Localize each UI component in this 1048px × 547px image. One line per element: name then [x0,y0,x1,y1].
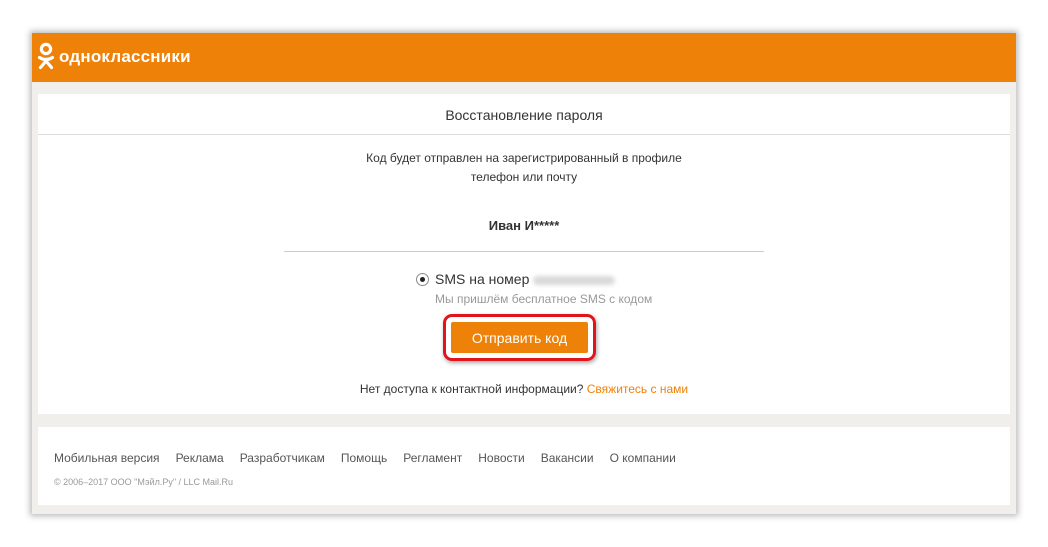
copyright-text: © 2006–2017 ООО "Мэйл.Ру" / LLC Mail.Ru [54,477,234,487]
blurred-phone-number [533,275,616,285]
password-recovery-card: Восстановление пароля Код будет отправле… [38,94,1010,414]
footer-link-rules[interactable]: Регламент [403,451,462,465]
logo-text: одноклассники [59,47,191,66]
page-title: Восстановление пароля [38,94,1010,135]
send-button-highlight: Отправить код [443,314,596,361]
sms-hint: Мы пришлём бесплатное SMS с кодом [435,292,653,306]
no-access-text: Нет доступа к контактной информации? [359,382,584,396]
sms-label-text: SMS на номер [435,271,530,287]
sms-option-label[interactable]: SMS на номер [435,271,616,287]
footer-link-developers[interactable]: Разработчикам [240,451,325,465]
footer-link-about[interactable]: О компании [610,451,676,465]
user-name: Иван И***** [488,218,560,233]
footer-link-mobile[interactable]: Мобильная версия [54,451,160,465]
browser-frame: одноклассники Восстановление пароля Код … [32,33,1016,514]
footer-link-jobs[interactable]: Вакансии [541,451,594,465]
recovery-info-text: Код будет отправлен на зарегистрированны… [38,149,1010,187]
footer-link-ads[interactable]: Реклама [176,451,224,465]
footer-links: Мобильная версия Реклама Разработчикам П… [54,451,692,465]
sms-option[interactable]: SMS на номер Мы пришлём бесплатное SMS с… [416,271,676,311]
sms-radio-button[interactable] [416,273,429,286]
site-footer: Мобильная версия Реклама Разработчикам П… [38,427,1010,505]
info-line-2: телефон или почту [470,170,578,184]
info-line-1: Код будет отправлен на зарегистрированны… [366,151,682,165]
ok-logo-icon [37,42,55,70]
send-code-button[interactable]: Отправить код [451,322,588,353]
footer-link-news[interactable]: Новости [478,451,524,465]
contact-us-link[interactable]: Свяжитесь с нами [587,382,688,396]
no-access-line: Нет доступа к контактной информации? Свя… [38,382,1010,396]
site-header: одноклассники [32,33,1016,82]
divider [284,251,764,252]
footer-link-help[interactable]: Помощь [341,451,387,465]
site-logo[interactable]: одноклассники [36,42,191,72]
